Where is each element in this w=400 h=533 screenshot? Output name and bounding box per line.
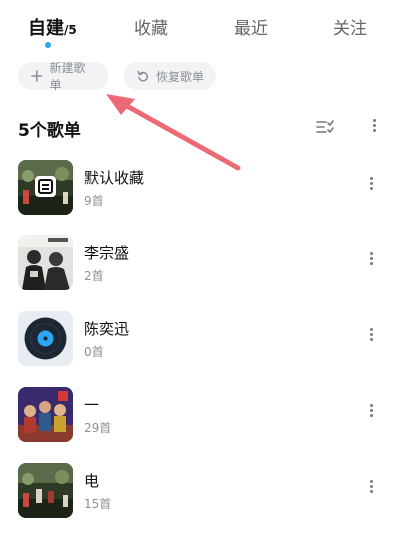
restore-icon [137,70,149,82]
playlist-more-icon[interactable] [366,402,376,426]
tab-recent[interactable]: 最近 [234,14,268,39]
playlist-cover [18,160,73,215]
playlist-cover [18,235,73,290]
restore-playlist-button[interactable]: 恢复歌单 [124,62,216,90]
active-tab-indicator [45,42,51,48]
playlist-track-count: 2首 [84,269,104,283]
playlist-cover [18,311,73,366]
playlist-name: 电 [84,472,100,490]
playlist-name: 李宗盛 [84,244,130,262]
playlist-name: 陈奕迅 [84,320,130,338]
section-more-icon[interactable] [369,117,379,141]
tab-collected[interactable]: 收藏 [134,14,168,39]
vinyl-record-icon [24,317,67,360]
new-playlist-label: 新建歌单 [49,61,86,92]
new-playlist-button[interactable]: 新建歌单 [18,61,108,92]
playlist-track-count: 15首 [84,497,112,511]
playlist-name: 一 [84,396,100,414]
batch-manage-icon[interactable] [315,117,335,137]
playlist-track-count: 9首 [84,194,104,208]
playlist-track-count: 0首 [84,345,104,359]
restore-playlist-label: 恢复歌单 [156,69,205,84]
playlist-track-count: 29首 [84,421,112,435]
tab-self-created-count: /5 [64,23,77,37]
playlist-cover [18,463,73,518]
plus-icon [31,70,43,82]
playlist-more-icon[interactable] [366,175,376,199]
tab-self-created[interactable]: 自建/5 [28,14,77,40]
top-tabs: 自建/5 收藏 最近 关注 [0,0,400,50]
playlist-row[interactable]: 一 29首 [0,381,400,453]
playlist-row[interactable]: 电 15首 [0,457,400,529]
playlist-count-title: 5个歌单 [18,121,81,141]
playlist-row[interactable]: 李宗盛 2首 [0,229,400,301]
playlist-more-icon[interactable] [366,478,376,502]
tab-following[interactable]: 关注 [333,14,367,39]
playlist-row[interactable]: 陈奕迅 0首 [0,305,400,377]
playlist-more-icon[interactable] [366,326,376,350]
playlist-row[interactable]: 默认收藏 9首 [0,154,400,226]
playlist-cover [18,387,73,442]
tab-self-created-label: 自建 [28,18,64,39]
playlist-name: 默认收藏 [84,169,145,187]
playlist-more-icon[interactable] [366,250,376,274]
